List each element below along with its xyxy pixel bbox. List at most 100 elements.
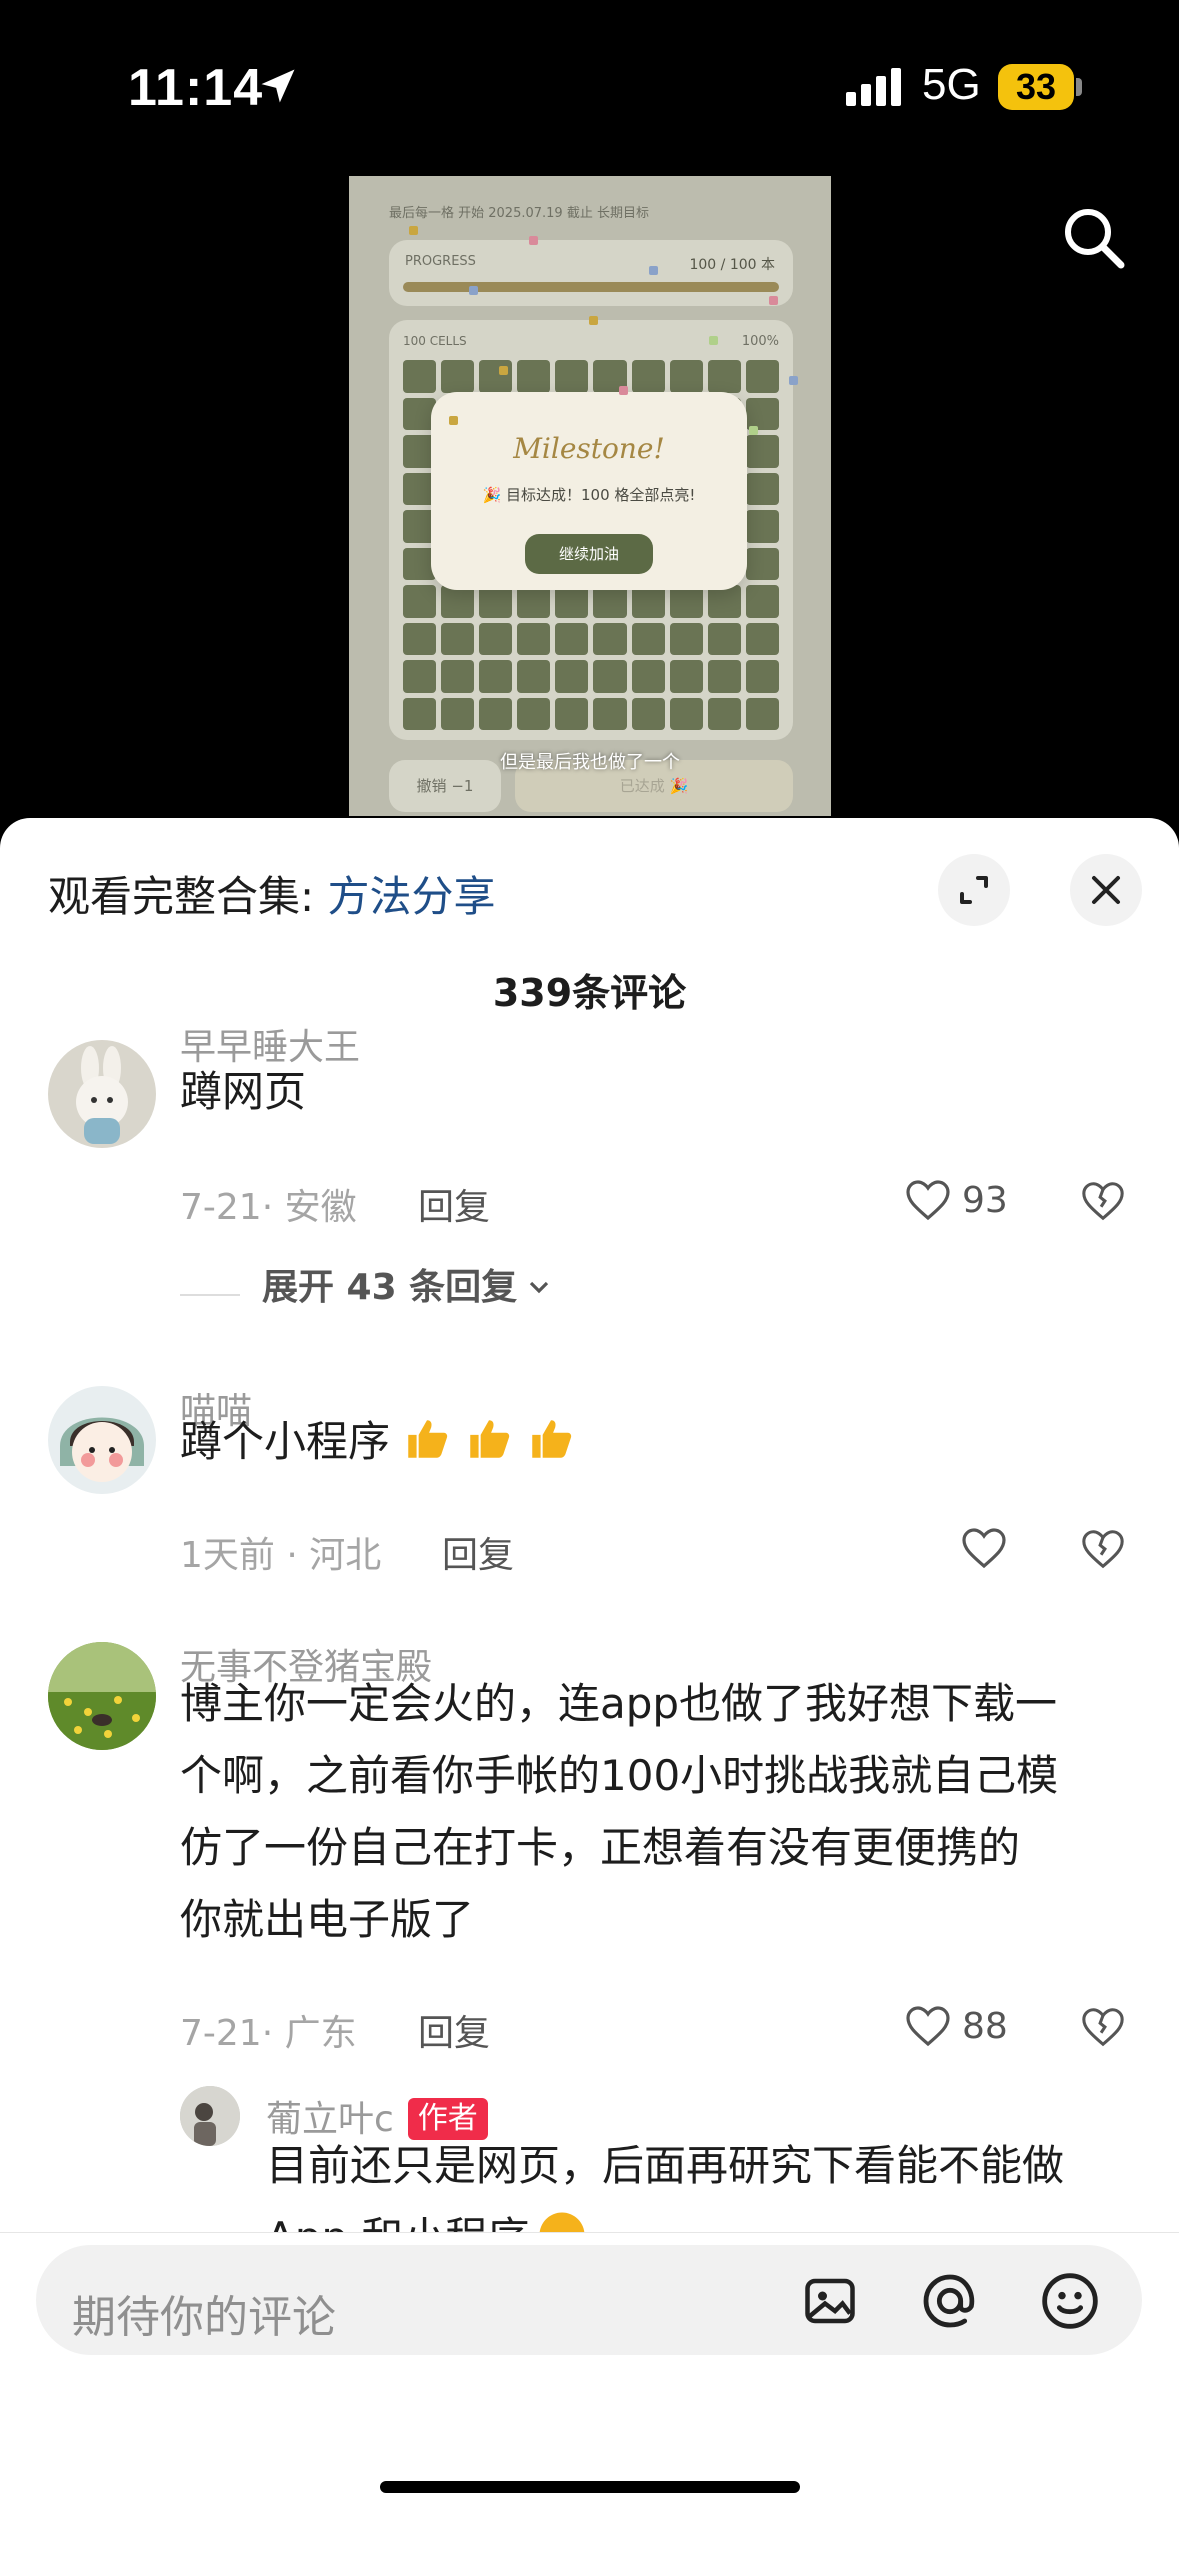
grid-cell <box>745 697 779 730</box>
status-time: 11:14 <box>128 59 264 117</box>
expand-button[interactable] <box>938 854 1010 926</box>
grid-cell <box>517 622 551 655</box>
comment-input[interactable]: 期待你的评论 <box>36 2245 1142 2355</box>
reply-button[interactable]: 回复 <box>418 2004 490 2056</box>
close-button[interactable] <box>1070 854 1142 926</box>
author-avatar-icon <box>180 2086 240 2146</box>
confetti <box>409 226 418 235</box>
comment-text-line: 你就出电子版了 <box>180 1895 475 1944</box>
grid-cell <box>441 660 475 693</box>
comment-text: 蹲网页 <box>180 1067 307 1116</box>
girl-avatar-icon <box>60 1417 144 1482</box>
grid-cell <box>403 660 437 693</box>
home-indicator[interactable] <box>380 2481 800 2493</box>
comment-text-line: 个啊，之前看你手帐的100小时挑战我就自己模 <box>180 1751 1059 1800</box>
flower-field-avatar-icon <box>48 1642 156 1750</box>
grid-cell <box>631 360 665 393</box>
grid-cell <box>555 622 589 655</box>
location-arrow-icon <box>261 69 295 103</box>
divider-line <box>180 1293 240 1296</box>
reply-button[interactable]: 回复 <box>418 1178 490 1230</box>
battery-tip <box>1076 78 1082 96</box>
emoji-icon[interactable] <box>1038 2269 1102 2333</box>
avatar[interactable] <box>48 1040 156 1148</box>
grid-cell <box>745 472 779 505</box>
grid-cell <box>479 622 513 655</box>
grid-cell <box>517 660 551 693</box>
comment-meta: 7-21· 广东 <box>180 2013 357 2054</box>
collection-header[interactable]: 观看完整合集: 方法分享 <box>48 863 496 924</box>
milestone-modal: Milestone! 🎉 目标达成！100 格全部点亮! 继续加油 <box>431 392 747 590</box>
heart-icon[interactable] <box>904 2002 952 2050</box>
progress-value: 100 / 100 本 <box>689 257 775 273</box>
comment-text: 博主你一定会火的，连app也做了我好想下载一 个啊，之前看你手帐的100小时挑战… <box>180 1668 1058 1956</box>
grid-cell <box>745 660 779 693</box>
video-progress-card: PROGRESS 100 / 100 本 <box>389 240 793 306</box>
confetti <box>749 426 758 435</box>
comment-meta: 7-21· 安徽 <box>180 1187 357 1228</box>
expand-replies[interactable]: 展开 43 条回复 <box>180 1258 555 1310</box>
broken-heart-icon[interactable] <box>1080 1178 1126 1224</box>
grid-cell <box>669 697 703 730</box>
keep-going-button: 继续加油 <box>525 534 653 574</box>
chevron-down-icon <box>530 1281 549 1294</box>
confetti <box>449 416 458 425</box>
grid-cell <box>555 697 589 730</box>
broken-heart-icon[interactable] <box>1080 2004 1126 2050</box>
avatar[interactable] <box>48 1642 156 1750</box>
grid-cell <box>745 547 779 580</box>
grid-cell <box>441 360 475 393</box>
expand-replies-label: 展开 43 条回复 <box>262 1267 518 1308</box>
grid-cell <box>631 697 665 730</box>
avatar[interactable] <box>180 2086 240 2146</box>
collection-link[interactable]: 方法分享 <box>328 872 496 921</box>
progress-label: PROGRESS <box>405 254 476 269</box>
search-icon[interactable] <box>1061 205 1127 271</box>
grid-cell <box>479 360 513 393</box>
like-count: 93 <box>962 1180 1008 1221</box>
grid-cell <box>593 697 627 730</box>
reply-button[interactable]: 回复 <box>442 1526 514 1578</box>
battery-level: 33 <box>998 64 1074 110</box>
heart-icon[interactable] <box>904 1176 952 1224</box>
collection-prefix: 观看完整合集: <box>48 872 328 921</box>
reply-text-line: 目前还只是网页，后面再研究下看能不能做 <box>266 2141 1065 2190</box>
heart-icon[interactable] <box>960 1524 1008 1572</box>
network-type: 5G <box>922 60 981 109</box>
at-icon[interactable] <box>918 2269 982 2333</box>
grid-cell <box>403 697 437 730</box>
grid-cell <box>441 697 475 730</box>
avatar[interactable] <box>48 1386 156 1494</box>
close-icon <box>1092 876 1120 904</box>
broken-heart-icon[interactable] <box>1080 1526 1126 1572</box>
confetti <box>649 266 658 275</box>
grid-cell <box>479 660 513 693</box>
comment-input-bar: 期待你的评论 <box>0 2232 1179 2556</box>
grid-cell <box>403 360 437 393</box>
bunny-avatar-icon <box>76 1046 128 1144</box>
confetti <box>499 366 508 375</box>
grid-cell <box>669 360 703 393</box>
grid-cell <box>669 622 703 655</box>
grid-cell <box>707 660 741 693</box>
grid-cell <box>745 435 779 468</box>
confetti <box>709 336 718 345</box>
milestone-text: 🎉 目标达成！100 格全部点亮! <box>482 486 696 504</box>
image-icon[interactable] <box>800 2271 860 2331</box>
confetti <box>469 286 478 295</box>
comment-text-line: 仿了一份自己在打卡，正想着有没有更便携的 <box>180 1823 1021 1872</box>
confetti <box>529 236 538 245</box>
grid-cell <box>745 622 779 655</box>
confetti <box>619 386 628 395</box>
comment-input-placeholder: 期待你的评论 <box>72 2292 336 2343</box>
expand-icon <box>960 876 988 904</box>
comment-text-content: 蹲个小程序 <box>180 1417 391 1466</box>
grid-cell <box>403 585 437 618</box>
video-player[interactable]: 最后每一格 开始 2025.07.19 截止 长期目标 PROGRESS 100… <box>349 176 831 816</box>
grid-cell <box>479 697 513 730</box>
like-count: 88 <box>962 2006 1008 2047</box>
grid-cell <box>669 660 703 693</box>
thumbs-up-icon <box>470 1420 510 1458</box>
thumbs-up-icon <box>408 1420 448 1458</box>
milestone-title: Milestone! <box>513 432 665 465</box>
